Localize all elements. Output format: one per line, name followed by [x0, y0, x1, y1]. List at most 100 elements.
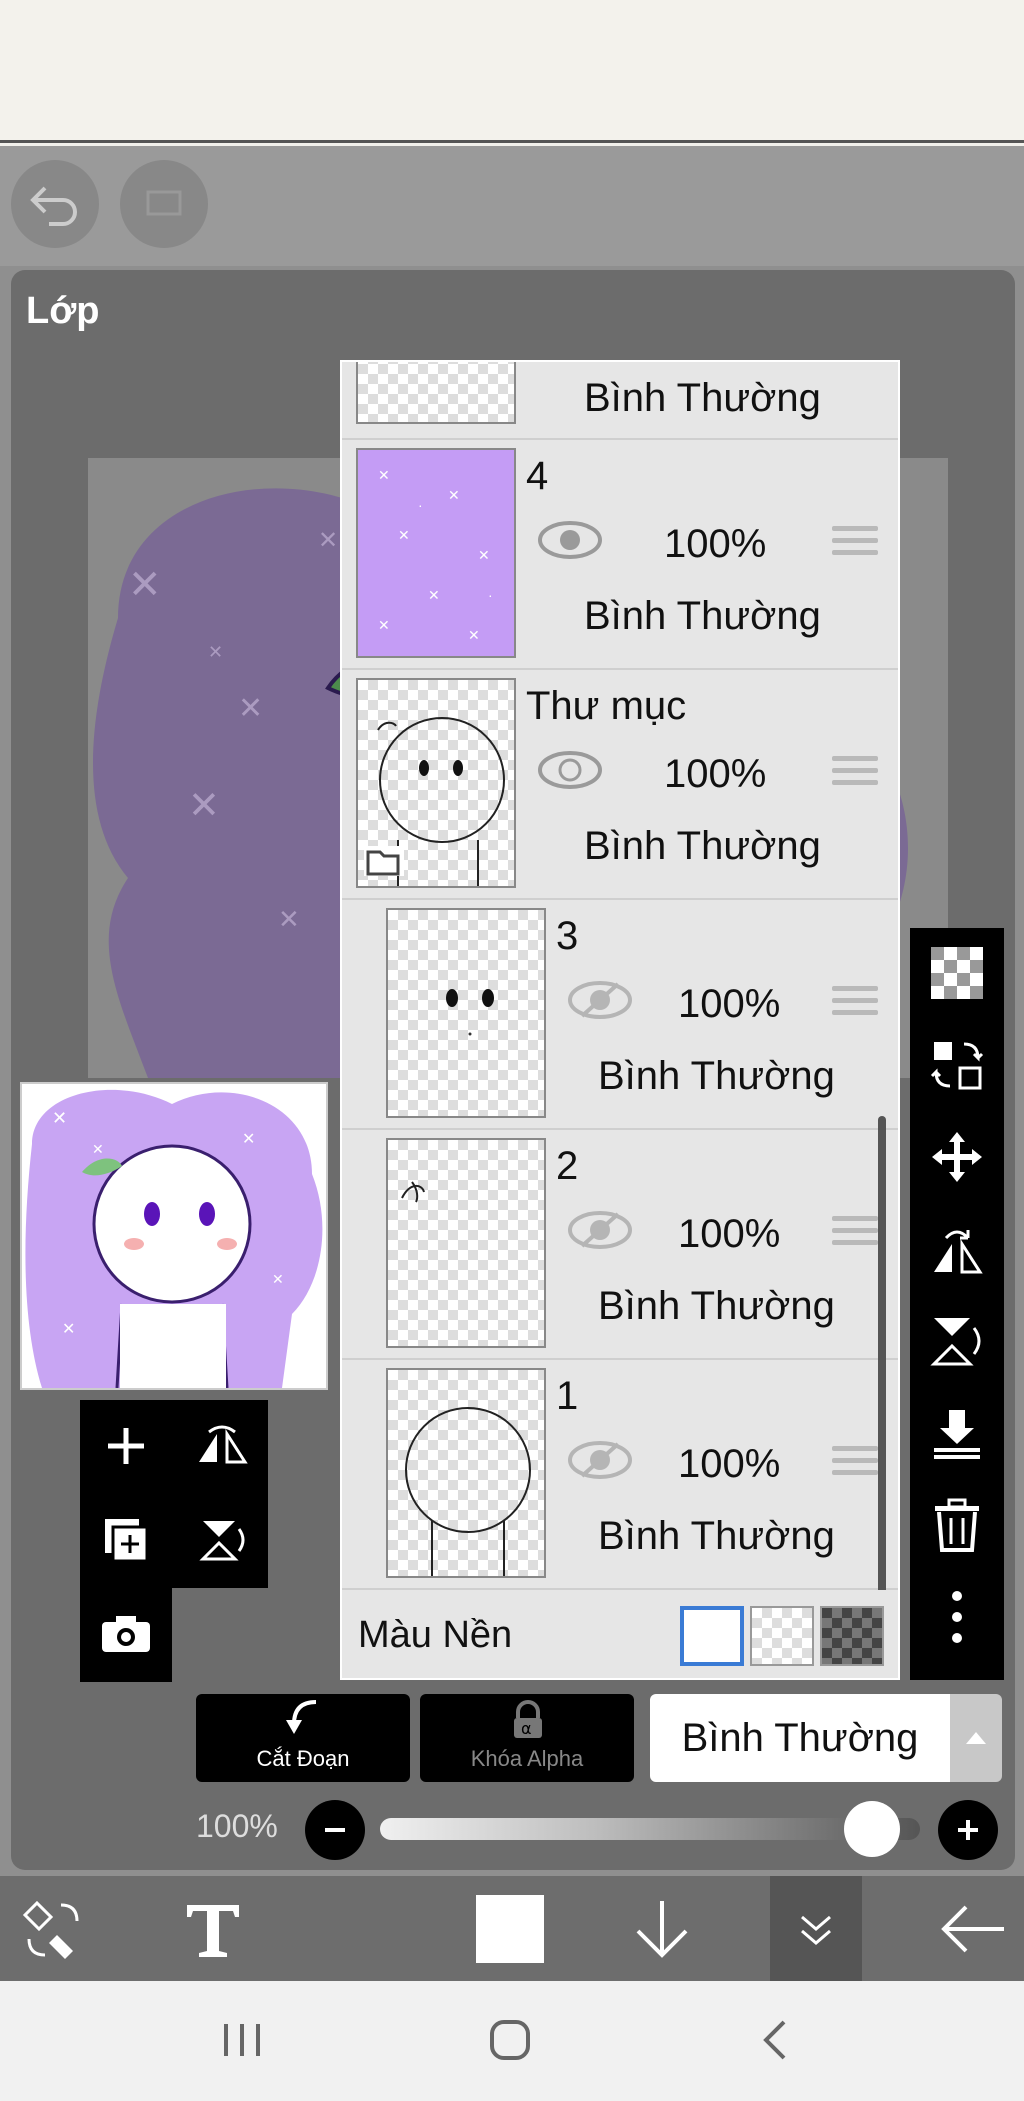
minus-icon [325, 1828, 345, 1832]
clipping-button[interactable]: Cắt Đoạn [196, 1694, 410, 1782]
swap-layer-button[interactable] [910, 1020, 1004, 1110]
svg-text:✕: ✕ [478, 547, 490, 563]
preview-image: ✕ ✕ ✕ ✕ ✕ [22, 1084, 326, 1388]
layer-opacity: 100% [678, 1212, 781, 1256]
layer-row[interactable]: ✕ ✕ ✕ ✕ ✕ ✕ ✕ · · 4 100% Bình Thường [342, 440, 898, 670]
status-area [0, 0, 1024, 143]
drag-handle-icon[interactable] [832, 986, 878, 1022]
layer-blend-mode: Bình Thường [598, 1054, 835, 1098]
layer-blend-mode: Bình Thường [584, 594, 821, 638]
visibility-hidden-eye-icon[interactable] [568, 1440, 632, 1480]
clipping-arrow-icon [286, 1700, 317, 1734]
svg-text:✕: ✕ [62, 1321, 75, 1338]
layer-row[interactable]: 2 100% Bình Thường [342, 1130, 898, 1360]
redo-button[interactable] [120, 160, 208, 248]
redo-icon [146, 190, 182, 216]
delete-layer-button[interactable] [910, 1480, 1004, 1570]
duplicate-layer-button[interactable] [80, 1494, 172, 1586]
layer-row[interactable]: Bình Thường [342, 362, 898, 440]
svg-text:✕: ✕ [208, 642, 223, 662]
visibility-hidden-eye-icon[interactable] [568, 1210, 632, 1250]
home-icon [490, 2020, 530, 2060]
camera-icon [102, 1616, 150, 1652]
svg-text:✕: ✕ [128, 563, 162, 607]
swap-icon [930, 1042, 984, 1090]
layer-row-folder[interactable]: Thư mục 100% Bình Thường [342, 670, 898, 900]
svg-text:✕: ✕ [378, 617, 390, 633]
flip-horizontal-button[interactable] [910, 1204, 1004, 1294]
opacity-slider-thumb[interactable] [844, 1801, 900, 1857]
alpha-lock-button[interactable]: α Khóa Alpha [420, 1694, 634, 1782]
layer-thumbnail [356, 362, 516, 424]
drag-handle-icon[interactable] [832, 1446, 878, 1482]
layer-name: 2 [556, 1144, 579, 1188]
trash-icon [935, 1498, 979, 1552]
layers-toggle-button[interactable] [770, 1876, 862, 1981]
home-button[interactable] [470, 2010, 550, 2070]
layer-opacity: 100% [678, 1442, 781, 1486]
checker-button[interactable] [910, 928, 1004, 1018]
double-chevron-down-icon [801, 1915, 831, 1945]
visibility-eye-icon[interactable] [538, 750, 602, 790]
layer-name: 4 [526, 454, 549, 498]
opacity-increase-button[interactable] [938, 1800, 998, 1860]
text-icon [187, 1904, 239, 1957]
add-layer-button[interactable] [80, 1400, 172, 1492]
more-icon [952, 1591, 962, 1643]
merge-down-button[interactable] [910, 1388, 1004, 1478]
body-outline-image [405, 1407, 531, 1576]
blend-mode-arrow-button[interactable] [950, 1694, 1002, 1782]
layer-opacity: 100% [664, 522, 767, 566]
visibility-eye-icon[interactable] [538, 520, 602, 560]
camera-button[interactable] [80, 1588, 172, 1680]
layer-thumbnail [386, 908, 546, 1118]
layer-thumbnail: ✕ ✕ ✕ ✕ ✕ ✕ ✕ · · [356, 448, 516, 658]
move-button[interactable] [910, 1112, 1004, 1202]
layer-name: 3 [556, 914, 579, 958]
visibility-hidden-eye-icon[interactable] [568, 980, 632, 1020]
layer-row[interactable]: 3 100% Bình Thường [342, 900, 898, 1130]
flip-horizontal-icon [199, 1425, 248, 1464]
layer-row[interactable]: 1 100% Bình Thường [342, 1360, 898, 1590]
svg-text:✕: ✕ [278, 904, 300, 934]
svg-text:✕: ✕ [428, 587, 440, 603]
background-white-option[interactable] [680, 1606, 744, 1666]
blend-mode-select[interactable]: Bình Thường [650, 1694, 950, 1782]
background-transparent-option[interactable] [750, 1606, 814, 1666]
layer-name: 1 [556, 1374, 579, 1418]
text-tool-button[interactable] [160, 1876, 266, 1981]
arrow-left-icon [941, 1905, 1004, 1952]
flip-vertical-button[interactable] [176, 1494, 268, 1586]
flip-vertical-icon [930, 1318, 981, 1366]
duplicate-icon [105, 1519, 149, 1563]
color-button[interactable] [460, 1876, 560, 1981]
download-button[interactable] [612, 1876, 712, 1981]
svg-text:✕: ✕ [272, 1271, 284, 1287]
drag-handle-icon[interactable] [832, 526, 878, 562]
layer-thumbnail [356, 678, 516, 888]
more-options-button[interactable] [910, 1572, 1004, 1662]
canvas-preview: ✕ ✕ ✕ ✕ ✕ [20, 1082, 328, 1390]
svg-text:✕: ✕ [468, 627, 480, 643]
background-color-label: Màu Nền [358, 1614, 513, 1656]
opacity-value: 100% [196, 1808, 278, 1844]
svg-text:✕: ✕ [448, 487, 460, 503]
undo-button[interactable] [11, 160, 99, 248]
leaf-image [401, 1181, 425, 1203]
flip-layer-button[interactable] [176, 1400, 268, 1492]
background-dark-option[interactable] [820, 1606, 884, 1666]
drag-handle-icon[interactable] [832, 756, 878, 792]
layer-side-toolbar [910, 928, 1004, 1680]
opacity-slider-track[interactable] [380, 1818, 920, 1840]
drag-handle-icon[interactable] [832, 1216, 878, 1252]
recent-apps-button[interactable] [202, 2010, 282, 2070]
opacity-decrease-button[interactable] [305, 1800, 365, 1860]
flip-vertical-button[interactable] [910, 1296, 1004, 1386]
layer-blend-mode: Bình Thường [598, 1514, 835, 1558]
layer-blend-mode: Bình Thường [584, 824, 821, 868]
system-back-button[interactable] [735, 2010, 815, 2070]
back-button[interactable] [920, 1876, 1024, 1981]
layer-opacity: 100% [664, 752, 767, 796]
plus-icon [108, 1428, 144, 1464]
transform-tool-button[interactable] [0, 1876, 106, 1981]
